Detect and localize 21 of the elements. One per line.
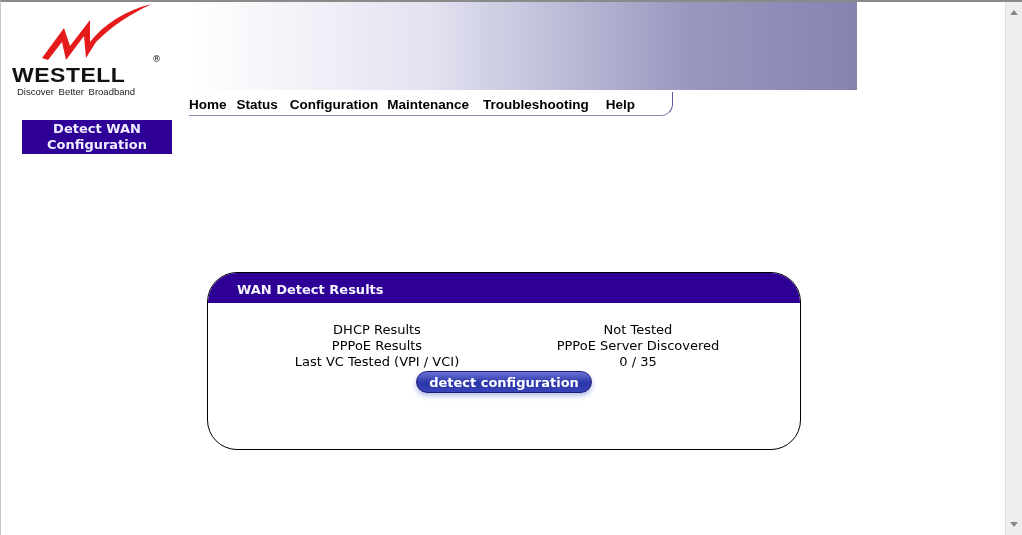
nav-link[interactable]: Help: [605, 96, 636, 112]
nav-link[interactable]: Troubleshooting: [483, 96, 589, 112]
nav-link[interactable]: Configuration: [289, 96, 379, 112]
brand-name: WESTELL: [12, 65, 126, 85]
nav-link[interactable]: Maintenance: [387, 96, 470, 112]
scroll-down-icon[interactable]: [1010, 522, 1018, 527]
result-value: Not Tested: [602, 322, 674, 338]
tagline: Discover Better Broadband: [17, 86, 136, 97]
nav-link[interactable]: Status: [236, 96, 278, 112]
result-label: PPPoE Results: [330, 338, 424, 354]
detect-button[interactable]: detect configuration: [416, 371, 592, 393]
sidebar-item[interactable]: Detect WAN Configuration: [22, 120, 172, 154]
result-label: Last VC Tested (VPI / VCI): [293, 354, 461, 370]
result-value: 0 / 35: [618, 354, 658, 370]
registered-mark: ®: [152, 54, 161, 64]
scrollbar[interactable]: [1005, 2, 1022, 535]
nav-link[interactable]: Home: [189, 96, 227, 112]
scroll-up-icon[interactable]: [1010, 10, 1018, 15]
result-label: DHCP Results: [332, 322, 422, 338]
panel-title: WAN Detect Results: [208, 273, 800, 303]
result-value: PPPoE Server Discovered: [555, 338, 721, 354]
